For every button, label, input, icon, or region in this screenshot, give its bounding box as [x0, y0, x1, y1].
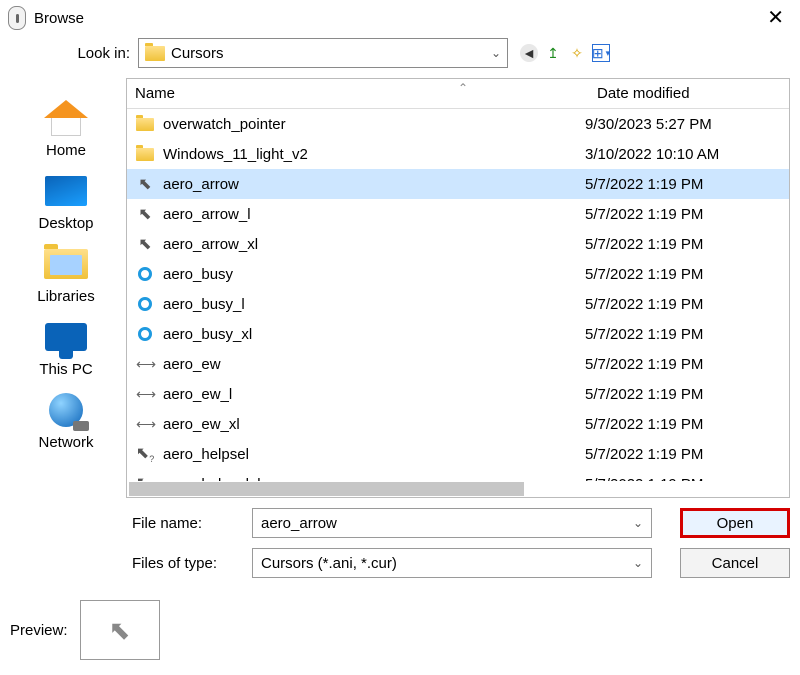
file-date: 5/7/2022 1:19 PM — [585, 266, 785, 283]
place-network[interactable]: Network — [10, 388, 122, 451]
file-name: aero_arrow — [163, 176, 585, 193]
file-name: aero_arrow_xl — [163, 236, 585, 253]
open-button[interactable]: Open — [680, 508, 790, 538]
file-name: aero_busy_xl — [163, 326, 585, 343]
file-name: Windows_11_light_v2 — [163, 146, 585, 163]
file-row[interactable]: ⟷ aero_ew_xl5/7/2022 1:19 PM — [127, 409, 789, 439]
file-name: aero_helpsel — [163, 446, 585, 463]
file-row[interactable]: ⟷ aero_ew_l5/7/2022 1:19 PM — [127, 379, 789, 409]
file-row[interactable]: aero_busy_xl5/7/2022 1:19 PM — [127, 319, 789, 349]
file-date: 5/7/2022 1:19 PM — [585, 236, 785, 253]
help-cursor-icon: ⬉? — [136, 473, 154, 481]
preview-label: Preview: — [10, 622, 68, 639]
cancel-button[interactable]: Cancel — [680, 548, 790, 578]
resize-ew-icon: ⟷ — [136, 356, 154, 373]
preview-box: ⬉ — [80, 600, 160, 660]
chevron-down-icon: ⌄ — [633, 556, 643, 570]
filename-label: File name: — [132, 515, 242, 532]
place-libraries-label: Libraries — [37, 288, 95, 305]
file-date: 3/10/2022 10:10 AM — [585, 146, 785, 163]
place-network-label: Network — [38, 434, 93, 451]
file-date: 5/7/2022 1:19 PM — [585, 386, 785, 403]
sort-up-icon: ⌃ — [458, 81, 468, 95]
file-date: 5/7/2022 1:19 PM — [585, 446, 785, 463]
file-row[interactable]: Windows_11_light_v23/10/2022 10:10 AM — [127, 139, 789, 169]
home-icon — [44, 100, 88, 118]
busy-icon — [138, 267, 152, 281]
resize-ew-icon: ⟷ — [136, 386, 154, 403]
cursor-preview-icon: ⬉ — [109, 615, 131, 646]
file-name: aero_ew_xl — [163, 416, 585, 433]
libraries-icon — [44, 249, 88, 279]
desktop-icon — [45, 176, 87, 206]
filename-input[interactable]: aero_arrow ⌄ — [252, 508, 652, 538]
place-home-label: Home — [46, 142, 86, 159]
file-date: 5/7/2022 1:19 PM — [585, 416, 785, 433]
file-name: aero_arrow_l — [163, 206, 585, 223]
lookin-select[interactable]: Cursors ⌄ — [138, 38, 508, 68]
file-name: aero_ew_l — [163, 386, 585, 403]
busy-icon — [138, 297, 152, 311]
filename-value: aero_arrow — [261, 515, 337, 532]
file-row[interactable]: aero_busy_l5/7/2022 1:19 PM — [127, 289, 789, 319]
back-icon[interactable]: ◄ — [520, 44, 538, 62]
help-cursor-icon: ⬉? — [136, 443, 154, 464]
filetype-value: Cursors (*.ani, *.cur) — [261, 555, 397, 572]
folder-icon — [136, 148, 154, 161]
folder-icon — [145, 46, 165, 61]
place-libraries[interactable]: Libraries — [10, 242, 122, 305]
filetype-label: Files of type: — [132, 555, 242, 572]
place-desktop[interactable]: Desktop — [10, 169, 122, 232]
lookin-value: Cursors — [171, 45, 224, 62]
file-row[interactable]: ⟷ aero_ew5/7/2022 1:19 PM — [127, 349, 789, 379]
cursor-icon: ⬉ — [138, 204, 151, 224]
cursor-icon: ⬉ — [138, 234, 151, 254]
file-date: 9/30/2023 5:27 PM — [585, 116, 785, 133]
file-row[interactable]: overwatch_pointer9/30/2023 5:27 PM — [127, 109, 789, 139]
file-date: 5/7/2022 1:19 PM — [585, 356, 785, 373]
view-menu-icon[interactable]: ⊞▾ — [592, 44, 610, 62]
places-bar: Home Desktop Libraries This PC Network — [10, 78, 122, 498]
place-thispc[interactable]: This PC — [10, 315, 122, 378]
cursor-icon: ⬉ — [138, 174, 151, 194]
file-name: overwatch_pointer — [163, 116, 585, 133]
network-icon — [49, 393, 83, 427]
filetype-select[interactable]: Cursors (*.ani, *.cur) ⌄ — [252, 548, 652, 578]
file-name: aero_busy_l — [163, 296, 585, 313]
place-desktop-label: Desktop — [38, 215, 93, 232]
column-date[interactable]: Date modified — [589, 79, 789, 108]
file-row[interactable]: ⬉? aero_helpsel5/7/2022 1:19 PM — [127, 439, 789, 469]
busy-icon — [138, 327, 152, 341]
place-home[interactable]: Home — [10, 96, 122, 159]
file-name: aero_ew — [163, 356, 585, 373]
file-row[interactable]: ⬉ aero_arrow5/7/2022 1:19 PM — [127, 169, 789, 199]
folder-icon — [136, 118, 154, 131]
file-row[interactable]: aero_busy5/7/2022 1:19 PM — [127, 259, 789, 289]
chevron-down-icon: ⌄ — [633, 516, 643, 530]
new-folder-icon[interactable]: ✧ — [568, 44, 586, 62]
up-one-level-icon[interactable]: ↥ — [544, 44, 562, 62]
close-button[interactable]: ✕ — [761, 8, 790, 28]
file-pane: Name ⌃ Date modified overwatch_pointer9/… — [126, 78, 790, 498]
window-title: Browse — [34, 10, 84, 27]
file-list[interactable]: overwatch_pointer9/30/2023 5:27 PMWindow… — [127, 109, 789, 481]
file-date: 5/7/2022 1:19 PM — [585, 326, 785, 343]
chevron-down-icon: ⌄ — [491, 46, 501, 60]
lookin-label: Look in: — [10, 45, 130, 62]
file-row[interactable]: ⬉ aero_arrow_l5/7/2022 1:19 PM — [127, 199, 789, 229]
column-name[interactable]: Name — [127, 79, 589, 108]
file-date: 5/7/2022 1:19 PM — [585, 176, 785, 193]
file-date: 5/7/2022 1:19 PM — [585, 206, 785, 223]
mouse-icon — [8, 6, 26, 30]
horizontal-scrollbar[interactable] — [127, 481, 789, 497]
file-name: aero_busy — [163, 266, 585, 283]
place-thispc-label: This PC — [39, 361, 92, 378]
thispc-icon — [45, 323, 87, 351]
resize-ew-icon: ⟷ — [136, 416, 154, 433]
file-row[interactable]: ⬉?aero_helpsel_l5/7/2022 1:19 PM — [127, 469, 789, 481]
file-date: 5/7/2022 1:19 PM — [585, 296, 785, 313]
file-row[interactable]: ⬉ aero_arrow_xl5/7/2022 1:19 PM — [127, 229, 789, 259]
